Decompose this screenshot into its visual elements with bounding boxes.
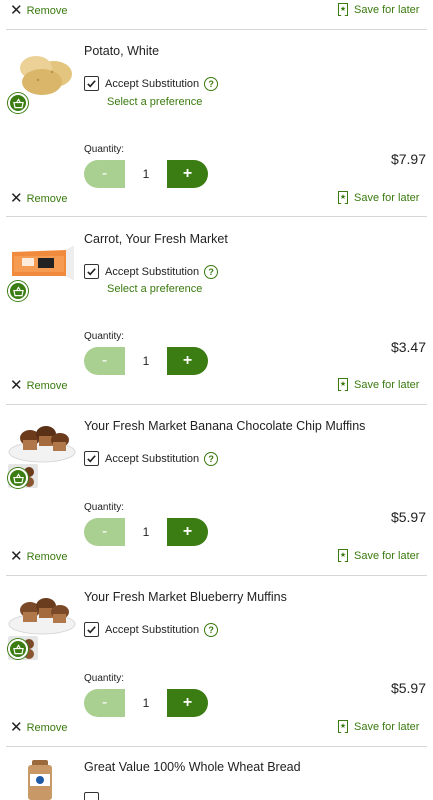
close-icon: ✕ [10,548,23,565]
check-icon [87,455,96,463]
product-name[interactable]: Your Fresh Market Blueberry Muffins [84,590,287,604]
select-preference-link[interactable]: Select a preference [107,283,202,295]
help-icon[interactable]: ? [204,451,219,466]
divider [6,404,427,405]
bookmark-icon: ★ [338,378,348,392]
muffins-image [8,426,76,463]
item-actions: ✕ Remove ★ Save for later [0,378,433,400]
remove-button[interactable]: ✕ Remove [10,720,68,735]
product-name[interactable]: Carrot, Your Fresh Market [84,232,228,246]
decrease-quantity-button[interactable]: - [84,518,125,546]
divider [6,29,427,30]
close-icon: ✕ [10,2,23,19]
item-price: $3.47 [390,339,426,355]
help-icon[interactable]: ? [204,76,219,91]
divider [6,216,427,217]
product-image[interactable] [8,244,76,284]
item-price: $7.97 [390,151,426,167]
product-image[interactable] [26,760,54,800]
substitution-checkbox[interactable] [84,622,99,637]
product-image[interactable] [8,420,76,464]
divider [6,575,427,576]
bookmark-icon: ★ [338,549,348,563]
basket-badge-icon [8,281,28,301]
remove-button[interactable]: ✕ Remove [10,191,68,206]
substitution-checkbox[interactable] [84,76,99,91]
item-actions: ✕ Remove ★ Save for later [0,549,433,571]
save-for-later-button[interactable]: ★ Save for later [338,378,419,392]
close-icon: ✕ [10,190,23,207]
quantity-stepper: - 1 + [84,160,208,188]
check-icon [87,268,96,276]
increase-quantity-button[interactable]: + [167,160,208,188]
quantity-label: Quantity: [84,144,125,155]
product-name[interactable]: Your Fresh Market Banana Chocolate Chip … [84,419,365,433]
remove-button[interactable]: ✕ Remove [10,378,68,393]
select-preference-link[interactable]: Select a preference [107,96,202,108]
save-for-later-button[interactable]: ★ Save for later [338,549,419,563]
basket-badge-icon [8,639,28,659]
muffins-image [8,598,76,635]
quantity-value: 1 [142,167,150,181]
remove-button[interactable]: ✕ Remove [10,549,68,564]
help-icon[interactable]: ? [204,622,219,637]
item-price: $5.97 [390,680,426,696]
quantity-stepper: - 1 + [84,518,208,546]
substitution-checkbox[interactable] [84,264,99,279]
remove-button[interactable]: ✕ Remove [10,3,68,18]
substitution-checkbox[interactable] [84,792,99,800]
carrot-bag-image [12,246,74,280]
product-name[interactable]: Potato, White [84,44,159,58]
quantity-stepper: - 1 + [84,347,208,375]
basket-badge-icon [8,93,28,113]
help-icon[interactable]: ? [204,264,219,279]
divider [6,746,427,747]
accept-substitution: Accept Substitution ? [84,622,219,637]
product-image[interactable] [8,592,76,636]
item-actions: ✕ Remove ★ Save for later [0,720,433,742]
decrease-quantity-button[interactable]: - [84,160,125,188]
quantity-label: Quantity: [84,331,125,342]
quantity-value: 1 [142,525,150,539]
increase-quantity-button[interactable]: + [167,689,208,717]
quantity-stepper: - 1 + [84,689,208,717]
decrease-quantity-button[interactable]: - [84,689,125,717]
item-actions: ✕ Remove ★ Save for later [0,191,433,213]
bookmark-icon: ★ [338,3,348,17]
check-icon [87,80,96,88]
substitution-checkbox[interactable] [84,451,99,466]
decrease-quantity-button[interactable]: - [84,347,125,375]
bread-image [28,760,52,800]
bookmark-icon: ★ [338,720,348,734]
quantity-value: 1 [142,696,150,710]
quantity-value: 1 [142,354,150,368]
save-for-later-button[interactable]: ★ Save for later [338,3,419,17]
quantity-label: Quantity: [84,673,125,684]
quantity-label: Quantity: [84,502,125,513]
accept-substitution [84,792,99,800]
check-icon [87,626,96,634]
accept-substitution: Accept Substitution ? [84,451,219,466]
accept-substitution: Accept Substitution ? [84,264,219,279]
save-for-later-button[interactable]: ★ Save for later [338,720,419,734]
increase-quantity-button[interactable]: + [167,518,208,546]
item-price: $5.97 [390,509,426,525]
product-name[interactable]: Great Value 100% Whole Wheat Bread [84,760,301,774]
close-icon: ✕ [10,377,23,394]
item-actions: ✕ Remove ★ Save for later [0,3,433,25]
increase-quantity-button[interactable]: + [167,347,208,375]
close-icon: ✕ [10,719,23,736]
basket-badge-icon [8,468,28,488]
save-for-later-button[interactable]: ★ Save for later [338,191,419,205]
accept-substitution: Accept Substitution ? [84,76,219,91]
bookmark-icon: ★ [338,191,348,205]
